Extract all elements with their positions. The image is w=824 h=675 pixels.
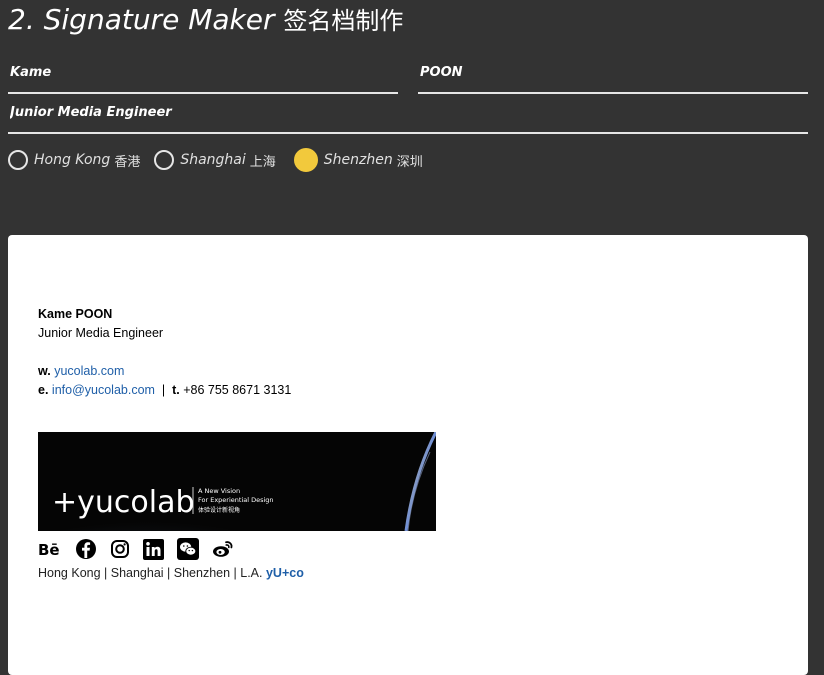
radio-hong-kong[interactable]: Hong Kong 香港 [8, 150, 140, 170]
office-list: Hong Kong | Shanghai | Shenzhen | L.A. [38, 566, 263, 580]
radio-label: Shenzhen [323, 152, 393, 168]
signature-web-line: w. yucolab.com [38, 362, 291, 381]
radio-circle-icon[interactable] [8, 150, 28, 170]
radio-label-cn: 深圳 [396, 154, 423, 170]
brand-tag[interactable]: yU+co [266, 566, 304, 580]
radio-label-cn: 香港 [114, 154, 141, 170]
banner-tagline-2: For Experiential Design [198, 496, 274, 504]
tel-number: +86 755 8671 3131 [183, 383, 292, 397]
banner-tagline-1: A New Vision [198, 487, 240, 495]
signature-contact-line: e. info@yucolab.com | t. +86 755 8671 31… [38, 381, 291, 400]
signature-job-title: Junior Media Engineer [38, 326, 164, 340]
radio-label: Hong Kong [34, 152, 111, 168]
first-name-field[interactable] [8, 52, 398, 94]
email-link[interactable]: info@yucolab.com [52, 383, 155, 397]
radio-circle-icon[interactable] [154, 150, 175, 170]
job-title-input[interactable] [8, 92, 808, 132]
signature-block: Kame POON Junior Media Engineer w. yucol… [38, 305, 291, 400]
banner-art: +yucolab A New Vision For Experiential D… [38, 432, 436, 531]
last-name-input[interactable] [418, 52, 808, 92]
weibo-icon[interactable] [212, 539, 234, 559]
signature-name: Kame POON [38, 307, 113, 321]
radio-shanghai[interactable]: Shanghai 上海 [154, 150, 276, 170]
instagram-icon[interactable] [110, 539, 130, 559]
behance-icon[interactable]: Bē [38, 540, 62, 558]
location-radio-group: Hong Kong 香港 Shanghai 上海 Shenzhen 深圳 [8, 146, 423, 174]
web-link[interactable]: yucolab.com [54, 364, 124, 378]
banner-tagline-cn: 体验设计新视角 [198, 506, 240, 514]
social-icons: Bē [38, 537, 247, 561]
radio-shenzhen[interactable]: Shenzhen 深圳 [293, 148, 423, 172]
svg-text:Bē: Bē [38, 541, 60, 558]
last-name-field[interactable] [418, 52, 808, 94]
separator: | [161, 383, 166, 397]
office-locations: Hong Kong | Shanghai | Shenzhen | L.A. y… [38, 566, 304, 580]
banner-logo: +yucolab [52, 485, 195, 520]
yucolab-banner[interactable]: +yucolab A New Vision For Experiential D… [38, 432, 436, 531]
signature-preview-card: Kame POON Junior Media Engineer w. yucol… [8, 235, 808, 675]
email-prefix: e. [38, 383, 49, 397]
radio-label-cn: 上海 [249, 154, 276, 170]
page-title-cn: 签名档制作 [283, 7, 404, 35]
wechat-icon[interactable] [177, 538, 199, 560]
linkedin-icon[interactable] [143, 538, 164, 560]
web-prefix: w. [38, 364, 51, 378]
job-title-field[interactable] [8, 92, 808, 134]
tel-prefix: t. [172, 383, 180, 397]
radio-label: Shanghai [180, 152, 246, 168]
first-name-input[interactable] [8, 52, 398, 92]
facebook-icon[interactable] [75, 538, 97, 560]
page-title: 2. Signature Maker 签名档制作 [8, 2, 403, 39]
page-title-text: 2. Signature Maker [8, 3, 275, 36]
radio-selected-icon[interactable] [293, 148, 318, 172]
